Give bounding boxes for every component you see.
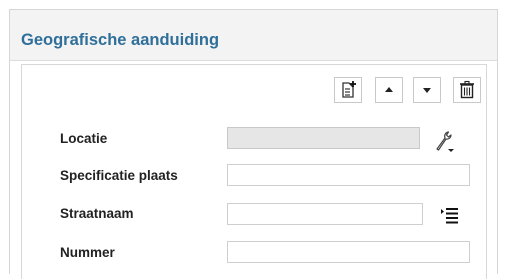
trash-icon (460, 80, 474, 99)
specificatie-plaats-input[interactable] (227, 164, 470, 186)
geografische-aanduiding-panel: Geografische aanduiding Locatie Specific… (9, 9, 498, 279)
panel-body: Locatie Specificatie plaats Straatnaam N… (21, 64, 487, 279)
locatie-field (227, 127, 420, 149)
nummer-label: Nummer (60, 245, 115, 260)
locatie-lookup-button[interactable] (429, 127, 455, 160)
delete-button[interactable] (453, 77, 481, 103)
straatnaam-label: Straatnaam (60, 206, 134, 221)
nummer-input[interactable] (227, 241, 470, 263)
straatnaam-input[interactable] (227, 203, 423, 225)
panel-header: Geografische aanduiding (10, 10, 497, 61)
panel-title: Geografische aanduiding (21, 31, 220, 49)
specificatie-plaats-label: Specificatie plaats (60, 168, 178, 183)
straatnaam-list-button[interactable] (438, 205, 464, 230)
list-icon (441, 208, 458, 224)
arrow-up-icon (385, 87, 393, 92)
move-up-button[interactable] (375, 77, 403, 103)
add-item-button[interactable] (334, 77, 362, 103)
move-down-button[interactable] (413, 77, 441, 103)
wrench-icon (436, 131, 454, 152)
arrow-down-icon (423, 88, 431, 93)
add-document-icon (342, 81, 356, 98)
locatie-label: Locatie (60, 131, 108, 146)
